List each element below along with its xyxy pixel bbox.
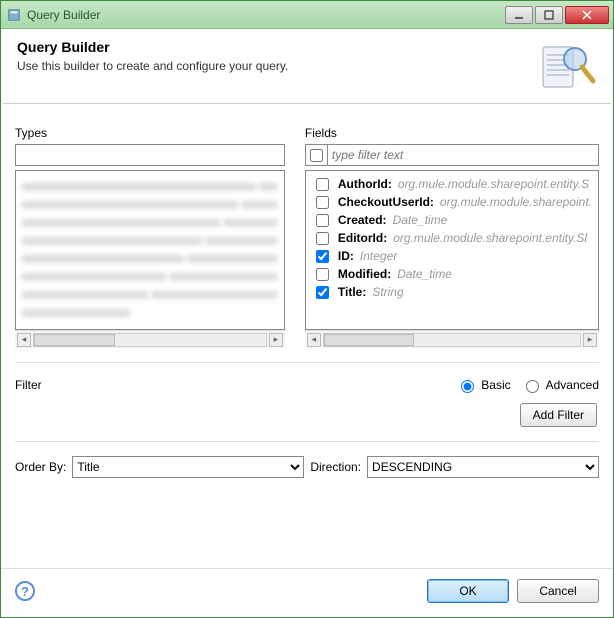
field-checkbox[interactable]: [316, 178, 329, 191]
field-checkbox[interactable]: [316, 286, 329, 299]
divider: [15, 362, 599, 363]
field-name: EditorId:: [338, 231, 387, 245]
page-title: Query Builder: [17, 39, 537, 55]
direction-label: Direction:: [310, 460, 361, 474]
field-type: Date_time: [393, 213, 448, 227]
field-checkbox[interactable]: [316, 232, 329, 245]
field-name: AuthorId:: [338, 177, 392, 191]
field-type: org.mule.module.sharepoint.: [440, 195, 592, 209]
close-button[interactable]: [565, 6, 609, 24]
field-item[interactable]: EditorId: org.mule.module.sharepoint.ent…: [306, 229, 598, 247]
field-type: Date_time: [397, 267, 452, 281]
field-checkbox[interactable]: [316, 250, 329, 263]
field-type: org.mule.module.sharepoint.entity.S: [398, 177, 589, 191]
field-item[interactable]: CheckoutUserId: org.mule.module.sharepoi…: [306, 193, 598, 211]
divider: [15, 441, 599, 442]
field-checkbox[interactable]: [316, 196, 329, 209]
scroll-right-icon[interactable]: ▸: [269, 333, 283, 347]
header: Query Builder Use this builder to create…: [1, 29, 613, 103]
app-icon: [7, 8, 21, 22]
fields-hscrollbar[interactable]: ◂ ▸: [305, 330, 599, 348]
field-checkbox[interactable]: [316, 214, 329, 227]
scroll-right-icon[interactable]: ▸: [583, 333, 597, 347]
field-name: Title:: [338, 285, 366, 299]
minimize-button[interactable]: [505, 6, 533, 24]
orderby-label: Order By:: [15, 460, 66, 474]
query-builder-window: Query Builder Query Builder Use this bui…: [0, 0, 614, 618]
scroll-left-icon[interactable]: ◂: [17, 333, 31, 347]
titlebar: Query Builder: [1, 1, 613, 29]
fields-filter-input[interactable]: [327, 144, 599, 166]
types-list-content: xxxxxxxxxxxxxxxxxxxxxxxxxxxxxxxxxxxxxxx …: [16, 171, 284, 327]
field-name: Modified:: [338, 267, 391, 281]
filter-mode-basic[interactable]: Basic: [456, 377, 510, 393]
help-icon[interactable]: ?: [15, 581, 35, 601]
types-listbox[interactable]: xxxxxxxxxxxxxxxxxxxxxxxxxxxxxxxxxxxxxxx …: [15, 170, 285, 330]
field-item[interactable]: Modified: Date_time: [306, 265, 598, 283]
field-type: Integer: [360, 249, 397, 263]
window-title: Query Builder: [27, 8, 505, 22]
field-item[interactable]: ID: Integer: [306, 247, 598, 265]
types-hscrollbar[interactable]: ◂ ▸: [15, 330, 285, 348]
field-item[interactable]: AuthorId: org.mule.module.sharepoint.ent…: [306, 175, 598, 193]
fields-label: Fields: [305, 126, 599, 140]
cancel-button[interactable]: Cancel: [517, 579, 599, 603]
field-name: ID:: [338, 249, 354, 263]
field-item[interactable]: Title: String: [306, 283, 598, 301]
filter-mode-advanced[interactable]: Advanced: [521, 377, 599, 393]
field-name: CheckoutUserId:: [338, 195, 434, 209]
page-subtitle: Use this builder to create and configure…: [17, 59, 537, 73]
maximize-button[interactable]: [535, 6, 563, 24]
ok-button[interactable]: OK: [427, 579, 509, 603]
fields-listbox[interactable]: AuthorId: org.mule.module.sharepoint.ent…: [305, 170, 599, 330]
field-type: org.mule.module.sharepoint.entity.Sl: [393, 231, 587, 245]
field-item[interactable]: Created: Date_time: [306, 211, 598, 229]
orderby-field-select[interactable]: Title: [72, 456, 304, 478]
filter-label: Filter: [15, 378, 446, 392]
types-label: Types: [15, 126, 285, 140]
field-type: String: [372, 285, 403, 299]
field-checkbox[interactable]: [316, 268, 329, 281]
types-search-input[interactable]: [15, 144, 285, 166]
direction-select[interactable]: DESCENDINGASCENDING: [367, 456, 599, 478]
field-name: Created:: [338, 213, 387, 227]
add-filter-button[interactable]: Add Filter: [520, 403, 597, 427]
fields-select-all-checkbox[interactable]: [305, 144, 327, 166]
search-document-icon: [537, 39, 597, 95]
scroll-left-icon[interactable]: ◂: [307, 333, 321, 347]
